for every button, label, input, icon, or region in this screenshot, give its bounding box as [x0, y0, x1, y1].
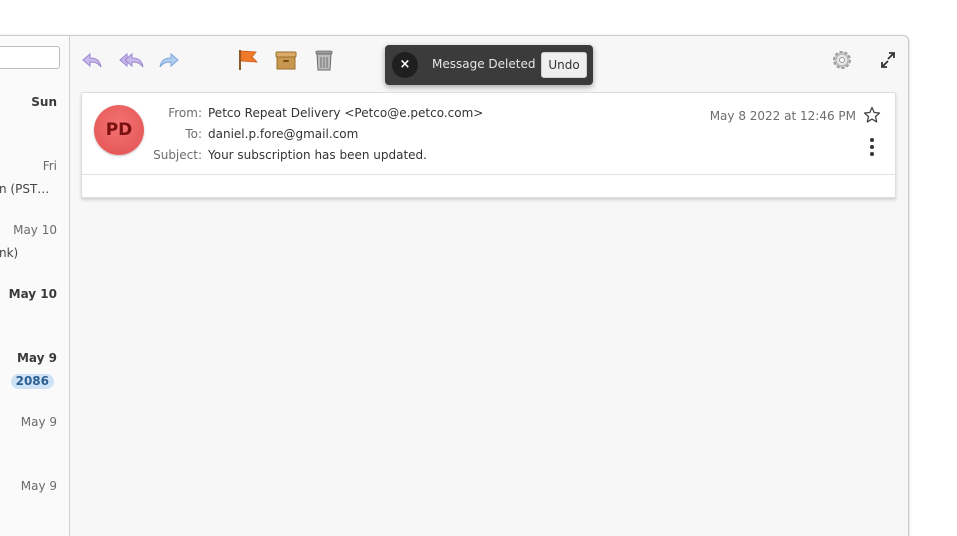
- trash-icon[interactable]: [312, 48, 336, 72]
- forward-icon[interactable]: [157, 48, 181, 72]
- sender-avatar: PD: [94, 105, 144, 155]
- search-input[interactable]: [0, 46, 60, 69]
- list-item[interactable]: May 10 nk): [0, 217, 69, 281]
- list-item[interactable]: Sun: [0, 89, 69, 153]
- list-item-subject: nk): [0, 246, 19, 260]
- undo-button[interactable]: Undo: [541, 52, 587, 78]
- list-item[interactable]: Fri n (PST…: [0, 153, 69, 217]
- list-item-date: May 9: [20, 415, 57, 429]
- archive-icon[interactable]: [274, 48, 298, 72]
- reply-all-icon[interactable]: [118, 48, 144, 72]
- toast-close-button[interactable]: ×: [392, 52, 418, 78]
- list-item-date: May 9: [16, 351, 57, 365]
- flag-icon[interactable]: [236, 48, 260, 72]
- list-item[interactable]: May 9: [0, 409, 69, 473]
- from-value[interactable]: Petco Repeat Delivery <Petco@e.petco.com…: [208, 106, 483, 120]
- list-item[interactable]: May 9: [0, 473, 69, 536]
- list-item-date: May 10: [8, 287, 57, 301]
- list-item-date: May 10: [13, 223, 57, 237]
- from-label: From:: [168, 106, 202, 120]
- fullscreen-icon[interactable]: [878, 48, 898, 72]
- message-deleted-toast: × Message Deleted Undo: [385, 45, 593, 85]
- star-icon[interactable]: [863, 106, 881, 124]
- mail-window: Sun Fri n (PST… May 10 nk) May 10 May 9 …: [0, 35, 909, 536]
- message-list: Sun Fri n (PST… May 10 nk) May 10 May 9 …: [0, 36, 70, 536]
- list-item-date: May 9: [20, 479, 57, 493]
- message-header-card: PD From: Petco Repeat Delivery <Petco@e.…: [81, 92, 896, 198]
- list-item-date: Sun: [31, 95, 57, 109]
- list-item-subject: n (PST…: [0, 182, 50, 196]
- to-value[interactable]: daniel.p.fore@gmail.com: [208, 127, 358, 141]
- subject-label: Subject:: [153, 148, 202, 162]
- message-date: May 8 2022 at 12:46 PM: [709, 109, 856, 123]
- unread-count-badge: 2086: [10, 374, 54, 389]
- subject-value: Your subscription has been updated.: [208, 148, 427, 162]
- header-divider: [82, 174, 895, 175]
- to-label: To:: [185, 127, 202, 141]
- list-item-date: Fri: [42, 159, 57, 173]
- list-item[interactable]: May 10: [0, 281, 69, 345]
- gear-icon[interactable]: [830, 48, 854, 72]
- reply-icon[interactable]: [80, 48, 104, 72]
- toast-message: Message Deleted: [432, 57, 536, 71]
- more-options-icon[interactable]: [866, 135, 878, 159]
- list-item[interactable]: May 9 2086: [0, 345, 69, 409]
